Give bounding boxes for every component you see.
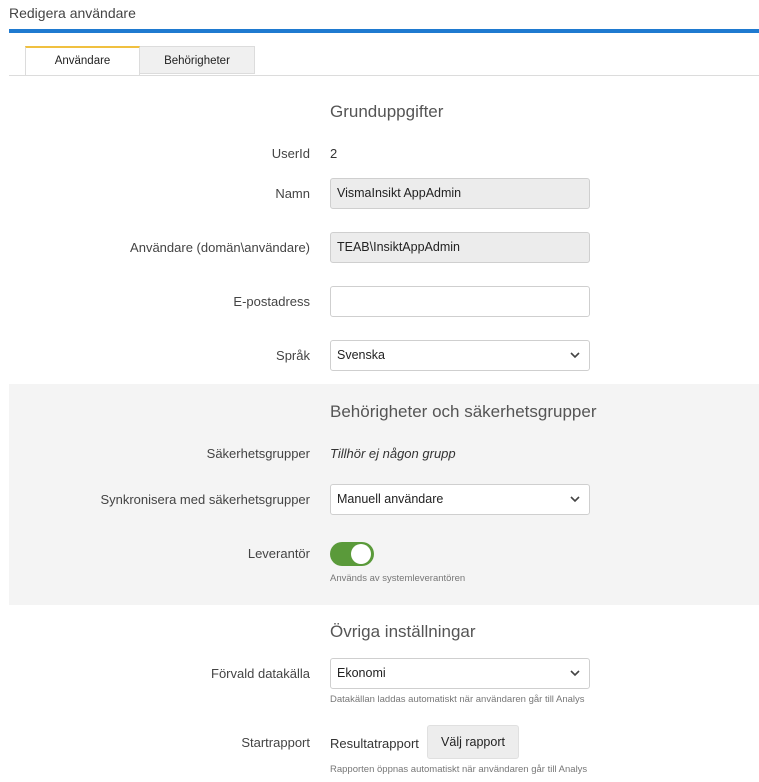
security-groups-label: Säkerhetsgrupper	[206, 446, 310, 461]
name-label: Namn	[275, 186, 310, 201]
security-groups-value: Tillhör ej någon grupp	[330, 446, 456, 461]
datasource-select[interactable]: Ekonomi	[330, 658, 590, 689]
datasource-label: Förvald datakälla	[211, 666, 310, 681]
language-select-value: Svenska	[337, 348, 385, 362]
supplier-help: Används av systemleverantören	[330, 573, 466, 584]
choose-report-button[interactable]: Välj rapport	[427, 725, 519, 759]
email-label: E-postadress	[233, 294, 310, 309]
startreport-label: Startrapport	[241, 735, 310, 750]
section-title-other: Övriga inställningar	[330, 622, 476, 641]
sync-label: Synkronisera med säkerhetsgrupper	[100, 492, 310, 507]
tab-behorigheter[interactable]: Behörigheter	[140, 46, 255, 74]
supplier-toggle[interactable]	[330, 542, 374, 566]
name-field: VismaInsikt AppAdmin	[330, 178, 590, 209]
language-label: Språk	[276, 348, 310, 363]
startreport-help: Rapporten öppnas automatiskt när använda…	[330, 764, 588, 775]
section-title-security: Behörigheter och säkerhetsgrupper	[330, 402, 597, 421]
datasource-help: Datakällan laddas automatiskt när använd…	[330, 694, 585, 705]
userid-label: UserId	[271, 146, 310, 161]
chevron-down-icon	[570, 670, 580, 677]
startreport-value: Resultatrapport	[330, 736, 419, 751]
language-select[interactable]: Svenska	[330, 340, 590, 371]
header-accent-bar	[9, 29, 759, 33]
tab-anvandare[interactable]: Användare	[25, 46, 140, 75]
section-title-basic: Grunduppgifter	[330, 102, 444, 121]
sync-select-value: Manuell användare	[337, 492, 444, 506]
email-field[interactable]	[330, 286, 590, 317]
page-title: Redigera användare	[9, 5, 136, 21]
sync-select[interactable]: Manuell användare	[330, 484, 590, 515]
tab-bar: Användare Behörigheter	[9, 46, 759, 76]
chevron-down-icon	[570, 496, 580, 503]
chevron-down-icon	[570, 352, 580, 359]
userid-value: 2	[330, 146, 338, 161]
supplier-label: Leverantör	[247, 546, 310, 561]
toggle-knob	[351, 544, 371, 564]
user-domain-field: TEAB\InsiktAppAdmin	[330, 232, 590, 263]
user-domain-label: Användare (domän\användare)	[130, 240, 310, 255]
datasource-select-value: Ekonomi	[337, 666, 386, 680]
